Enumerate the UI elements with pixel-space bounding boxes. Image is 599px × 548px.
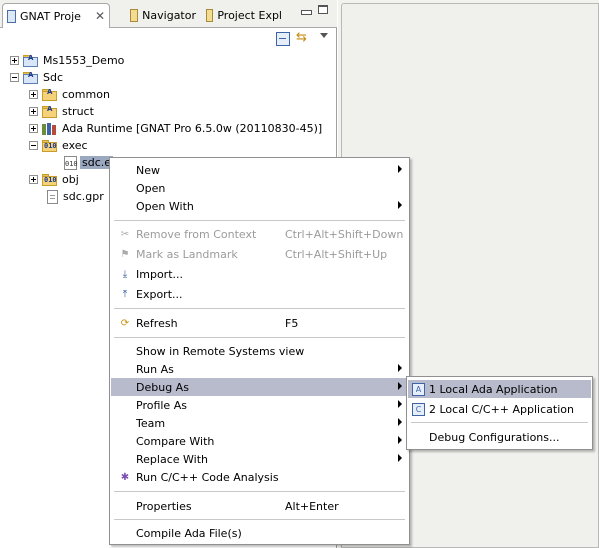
refresh-icon: ⟳ — [120, 317, 130, 329]
menu-separator — [114, 220, 405, 222]
library-icon — [42, 122, 58, 135]
project-folder-icon: A — [23, 54, 39, 67]
landmark-icon: ⚑ — [120, 248, 130, 260]
tree-item-obj[interactable]: 010 obj — [29, 171, 79, 188]
expand-icon[interactable] — [29, 124, 38, 133]
menu-item-remove-from-context[interactable]: ✂ Remove from Context Ctrl+Alt+Shift+Down — [111, 225, 408, 243]
menu-separator — [114, 308, 405, 310]
submenu-arrow-icon — [398, 201, 402, 209]
tree-item-ms1553[interactable]: A Ms1553_Demo — [10, 52, 124, 69]
menu-item-export[interactable]: ⤒ Export... — [111, 285, 408, 303]
expand-icon[interactable] — [10, 56, 19, 65]
collapse-icon[interactable] — [29, 141, 38, 150]
link-with-editor-icon[interactable]: ⇆ — [295, 31, 311, 47]
submenu-arrow-icon — [398, 436, 402, 444]
maximize-icon[interactable] — [318, 5, 328, 14]
menu-item-profile-as[interactable]: Profile As — [111, 396, 408, 414]
submenu-arrow-icon — [398, 165, 402, 173]
menu-item-compile-ada[interactable]: Compile Ada File(s) — [111, 524, 408, 542]
menu-item-open-with[interactable]: Open With — [111, 197, 408, 215]
gnat-project-icon — [7, 9, 17, 23]
minimize-icon[interactable] — [301, 10, 312, 15]
tree-item-common[interactable]: A common — [29, 86, 110, 103]
c-application-icon: C — [412, 403, 425, 416]
menu-separator — [114, 519, 405, 521]
menu-item-team[interactable]: Team — [111, 414, 408, 432]
submenu-arrow-icon — [398, 382, 402, 390]
code-analysis-icon: ✱ — [120, 471, 130, 483]
project-folder-icon: A — [23, 71, 39, 84]
menu-separator — [411, 422, 588, 424]
expand-icon[interactable] — [29, 90, 38, 99]
tree-item-exec[interactable]: 010 exec — [29, 137, 88, 154]
tab-project-explorer[interactable]: Project Expl — [202, 3, 286, 27]
tree-item-sdc[interactable]: A Sdc — [10, 69, 63, 86]
view-menu-icon[interactable] — [320, 33, 328, 38]
export-icon: ⤒ — [122, 288, 128, 300]
menu-item-local-c-application[interactable]: C 2 Local C/C++ Application — [408, 400, 591, 418]
binary-folder-icon: 010 — [42, 140, 57, 152]
expand-icon[interactable] — [29, 107, 38, 116]
menu-item-new[interactable]: New — [111, 161, 408, 179]
source-folder-icon: A — [42, 105, 58, 118]
menu-item-replace-with[interactable]: Replace With — [111, 450, 408, 468]
tree-item-sdc-exe[interactable]: 010 sdc.e — [64, 154, 114, 171]
tree-item-ada-runtime[interactable]: Ada Runtime [GNAT Pro 6.5.0w (20110830-4… — [29, 120, 322, 137]
tree-item-struct[interactable]: A struct — [29, 103, 94, 120]
remove-context-icon: ✂ — [120, 228, 130, 240]
project-explorer-icon — [206, 8, 214, 22]
collapse-icon[interactable] — [10, 73, 19, 82]
menu-item-mark-as-landmark[interactable]: ⚑ Mark as Landmark Ctrl+Alt+Shift+Up — [111, 245, 408, 263]
submenu-arrow-icon — [398, 364, 402, 372]
menu-item-refresh[interactable]: ⟳ Refresh F5 — [111, 314, 408, 332]
menu-item-open[interactable]: Open — [111, 179, 408, 197]
binary-folder-icon: 010 — [42, 174, 57, 186]
ada-application-icon: A — [412, 383, 425, 396]
navigator-icon — [130, 8, 139, 22]
submenu-arrow-icon — [398, 400, 402, 408]
menu-item-show-remote-systems[interactable]: Show in Remote Systems view — [111, 342, 408, 360]
menu-item-run-code-analysis[interactable]: ✱ Run C/C++ Code Analysis — [111, 468, 408, 486]
close-icon[interactable]: ✕ — [95, 9, 105, 23]
tab-navigator[interactable]: Navigator — [126, 3, 200, 27]
expand-icon[interactable] — [29, 175, 38, 184]
menu-separator — [114, 337, 405, 339]
import-icon: ⤓ — [122, 268, 128, 280]
debug-as-submenu: A 1 Local Ada Application C 2 Local C/C+… — [406, 376, 593, 450]
file-icon — [47, 189, 58, 204]
tree-item-sdc-gpr[interactable]: sdc.gpr — [47, 188, 104, 205]
context-menu: New Open Open With ✂ Remove from Context C… — [109, 157, 410, 545]
menu-item-local-ada-application[interactable]: A 1 Local Ada Application — [408, 380, 591, 398]
submenu-arrow-icon — [398, 454, 402, 462]
menu-item-debug-as[interactable]: Debug As — [111, 378, 408, 396]
menu-separator — [114, 491, 405, 493]
menu-item-run-as[interactable]: Run As — [111, 360, 408, 378]
menu-item-import[interactable]: ⤓ Import... — [111, 265, 408, 283]
menu-item-properties[interactable]: Properties Alt+Enter — [111, 497, 408, 515]
submenu-arrow-icon — [398, 418, 402, 426]
binary-file-icon: 010 — [64, 155, 78, 170]
menu-item-debug-configurations[interactable]: Debug Configurations... — [408, 428, 591, 446]
collapse-all-icon[interactable] — [275, 31, 291, 47]
menu-item-compare-with[interactable]: Compare With — [111, 432, 408, 450]
tab-gnat-project[interactable]: GNAT Proje ✕ — [2, 3, 110, 28]
source-folder-icon: A — [42, 88, 58, 101]
